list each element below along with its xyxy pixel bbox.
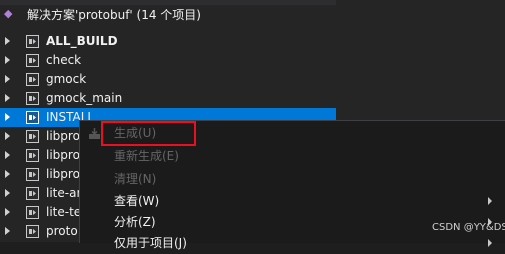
- project-label: proto: [46, 224, 78, 238]
- expand-arrow-icon[interactable]: [5, 227, 10, 235]
- watermark: CSDN @YY&DS: [432, 222, 505, 233]
- menu-item-project-only[interactable]: 仅用于项目(J): [80, 232, 505, 254]
- project-label: libpro: [46, 167, 80, 181]
- menu-item-label: 分析(Z): [114, 215, 156, 229]
- menu-item-label: 查看(W): [114, 194, 160, 208]
- menu-item-label: 仅用于项目(J): [114, 236, 187, 250]
- visual-studio-solution-icon: ◆: [4, 7, 13, 20]
- cpp-project-icon: [26, 187, 39, 200]
- solution-node[interactable]: ◆ 解决方案'protobuf' (14 个项目): [0, 5, 336, 25]
- cpp-project-icon: [26, 149, 39, 162]
- cpp-project-icon: [26, 54, 39, 67]
- cpp-project-icon: [26, 225, 39, 238]
- expand-arrow-icon[interactable]: [5, 56, 10, 64]
- project-label: gmock_main: [46, 91, 123, 105]
- project-node-gmock-main[interactable]: gmock_main: [0, 89, 336, 108]
- expand-arrow-icon[interactable]: [5, 94, 10, 102]
- project-label: lite-te: [46, 205, 82, 219]
- expand-arrow-icon[interactable]: [5, 75, 10, 83]
- menu-item-rebuild[interactable]: 重新生成(E): [80, 145, 505, 167]
- project-label: ALL_BUILD: [46, 34, 118, 48]
- submenu-arrow-icon: [488, 197, 492, 205]
- submenu-arrow-icon: [488, 239, 492, 247]
- project-label: gmock: [46, 72, 87, 86]
- menu-item-label: 重新生成(E): [114, 149, 179, 163]
- solution-label: 解决方案'protobuf' (14 个项目): [27, 8, 201, 22]
- project-label: libpro: [46, 129, 80, 143]
- expand-arrow-icon[interactable]: [5, 151, 10, 159]
- cpp-project-icon: [26, 35, 39, 48]
- project-node-gmock[interactable]: gmock: [0, 70, 336, 89]
- project-node-all-build[interactable]: ALL_BUILD: [0, 32, 336, 51]
- cpp-project-icon: [26, 92, 39, 105]
- menu-item-view[interactable]: 查看(W): [80, 190, 505, 212]
- cpp-project-icon: [26, 168, 39, 181]
- expand-arrow-icon[interactable]: [5, 189, 10, 197]
- expand-arrow-icon[interactable]: [5, 113, 10, 121]
- project-label: check: [46, 53, 82, 67]
- project-label: lite-ar: [46, 186, 82, 200]
- annotation-highlight-box: [101, 121, 196, 146]
- build-icon: [88, 125, 101, 139]
- cpp-project-icon: [26, 73, 39, 86]
- cpp-project-icon: [26, 206, 39, 219]
- menu-item-label: 清理(N): [114, 172, 157, 186]
- project-label: libpro: [46, 148, 80, 162]
- expand-arrow-icon[interactable]: [5, 170, 10, 178]
- cpp-project-icon: [26, 130, 39, 143]
- menu-item-clean[interactable]: 清理(N): [80, 168, 505, 190]
- project-node-check[interactable]: check: [0, 51, 336, 70]
- expand-arrow-icon[interactable]: [5, 132, 10, 140]
- expand-arrow-icon[interactable]: [5, 208, 10, 216]
- expand-arrow-icon[interactable]: [5, 37, 10, 45]
- cpp-project-icon: [26, 111, 39, 124]
